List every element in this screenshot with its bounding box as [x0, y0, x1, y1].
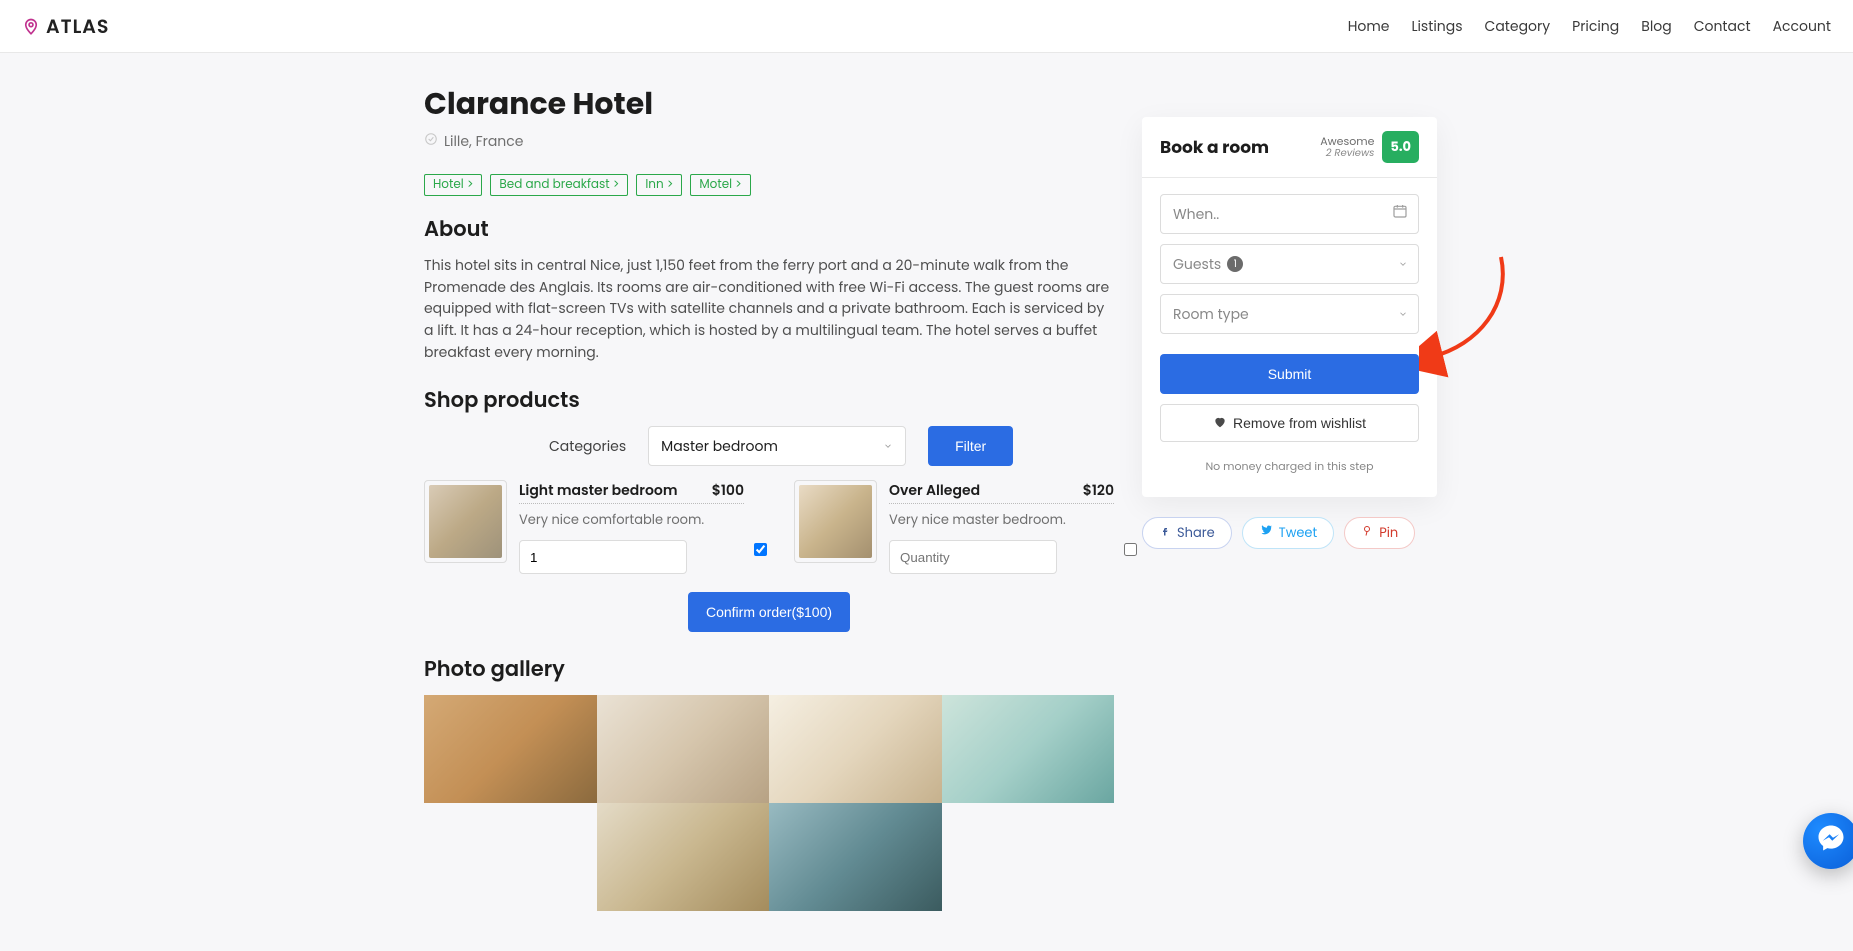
gallery-image[interactable]	[597, 803, 770, 911]
wishlist-button[interactable]: Remove from wishlist	[1160, 404, 1419, 442]
calendar-icon	[1392, 203, 1408, 225]
share-button[interactable]: Share	[1142, 517, 1232, 549]
about-heading: About	[424, 214, 1114, 245]
wishlist-label: Remove from wishlist	[1233, 415, 1366, 431]
tag-motel[interactable]: Motel >	[690, 174, 750, 196]
logo[interactable]: ATLAS	[22, 12, 109, 41]
main-nav: Home Listings Category Pricing Blog Cont…	[1348, 16, 1831, 37]
header: ATLAS Home Listings Category Pricing Blo…	[0, 0, 1853, 53]
nav-home[interactable]: Home	[1348, 16, 1390, 37]
messenger-button[interactable]	[1803, 813, 1853, 869]
product-thumb[interactable]	[424, 480, 507, 563]
product-checkbox[interactable]	[754, 543, 767, 556]
pin-button[interactable]: Pin	[1344, 517, 1415, 549]
gallery-image[interactable]	[942, 695, 1115, 803]
gallery-image[interactable]	[769, 695, 942, 803]
product-price: $120	[1083, 480, 1114, 501]
location-text: Lille, France	[444, 131, 523, 152]
tag-inn[interactable]: Inn >	[636, 174, 682, 196]
product-item: Over Alleged $120 Very nice master bedro…	[794, 480, 1114, 574]
booking-note: No money charged in this step	[1160, 452, 1419, 489]
product-thumb[interactable]	[794, 480, 877, 563]
categories-label: Categories	[549, 436, 626, 457]
submit-button[interactable]: Submit	[1160, 354, 1419, 394]
guests-field[interactable]: Guests 1	[1160, 244, 1419, 284]
tweet-button[interactable]: Tweet	[1242, 517, 1335, 549]
category-select[interactable]: Master bedroom	[648, 426, 906, 466]
booking-card: Book a room Awesome 2 Reviews 5.0 When..	[1142, 117, 1437, 497]
nav-blog[interactable]: Blog	[1641, 16, 1671, 37]
product-desc: Very nice master bedroom.	[889, 510, 1114, 530]
messenger-icon	[1816, 823, 1846, 859]
rating-badge: 5.0	[1382, 131, 1419, 163]
filter-button[interactable]: Filter	[928, 426, 1013, 466]
tag-bed-and-breakfast[interactable]: Bed and breakfast >	[490, 174, 628, 196]
chevron-down-icon	[883, 436, 893, 457]
map-pin-icon	[22, 15, 40, 37]
category-tags: Hotel > Bed and breakfast > Inn > Motel …	[424, 174, 1114, 196]
guests-count: 1	[1227, 256, 1243, 272]
nav-pricing[interactable]: Pricing	[1572, 16, 1619, 37]
date-placeholder: When..	[1173, 204, 1219, 225]
brand-name: ATLAS	[46, 12, 109, 41]
chevron-down-icon	[1398, 304, 1408, 325]
share-bar: Share Tweet Pin	[1142, 517, 1437, 549]
nav-category[interactable]: Category	[1485, 16, 1551, 37]
nav-listings[interactable]: Listings	[1411, 16, 1462, 37]
share-label: Share	[1177, 523, 1215, 543]
gallery-image[interactable]	[769, 803, 942, 911]
room-type-field[interactable]: Room type	[1160, 294, 1419, 334]
pinterest-icon	[1361, 523, 1373, 543]
confirm-order-button[interactable]: Confirm order($100)	[688, 592, 850, 632]
quantity-input[interactable]	[519, 540, 687, 574]
category-selected: Master bedroom	[661, 436, 778, 457]
product-price: $100	[712, 480, 744, 501]
heart-icon	[1213, 415, 1227, 432]
reviews-count: 2 Reviews	[1320, 148, 1374, 159]
product-desc: Very nice comfortable room.	[519, 510, 744, 530]
booking-title: Book a room	[1160, 134, 1269, 160]
nav-contact[interactable]: Contact	[1694, 16, 1751, 37]
nav-account[interactable]: Account	[1773, 16, 1831, 37]
gallery-heading: Photo gallery	[424, 654, 1114, 685]
twitter-icon	[1259, 523, 1273, 543]
quantity-input[interactable]	[889, 540, 1057, 574]
tweet-label: Tweet	[1279, 523, 1318, 543]
page-title: Clarance Hotel	[424, 81, 1114, 127]
about-text: This hotel sits in central Nice, just 1,…	[424, 255, 1114, 363]
gallery-image[interactable]	[597, 695, 770, 803]
tag-hotel[interactable]: Hotel >	[424, 174, 482, 196]
shop-heading: Shop products	[424, 385, 1114, 416]
facebook-icon	[1159, 523, 1171, 543]
location-icon	[424, 131, 438, 152]
chevron-down-icon	[1398, 254, 1408, 275]
product-checkbox[interactable]	[1124, 543, 1137, 556]
gallery-image[interactable]	[424, 695, 597, 803]
product-name: Light master bedroom	[519, 480, 678, 501]
pin-label: Pin	[1379, 523, 1398, 543]
photo-gallery	[424, 695, 1114, 911]
guests-label: Guests	[1173, 254, 1221, 275]
product-name: Over Alleged	[889, 480, 980, 501]
room-type-label: Room type	[1173, 304, 1249, 325]
product-item: Light master bedroom $100 Very nice comf…	[424, 480, 744, 574]
location: Lille, France	[424, 131, 1114, 152]
date-field[interactable]: When..	[1160, 194, 1419, 234]
